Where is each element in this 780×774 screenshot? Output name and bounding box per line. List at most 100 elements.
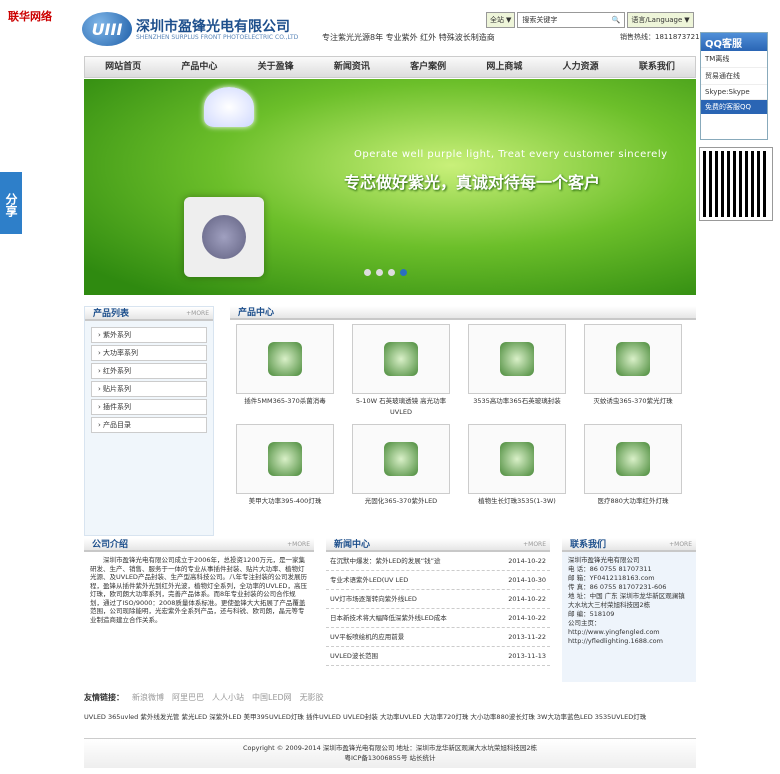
- product-category-label: 插件系列: [103, 403, 132, 411]
- nav-item-about[interactable]: 关于盈锋: [238, 57, 314, 77]
- site-badge[interactable]: 联华网络: [8, 8, 52, 24]
- product-image[interactable]: [468, 424, 566, 494]
- friend-link[interactable]: 阿里巴巴: [172, 692, 204, 703]
- qq-item-tm[interactable]: TM离线: [701, 51, 767, 68]
- company-logo[interactable]: UIII: [82, 12, 132, 46]
- contact-address: 地 址：中国 广东 深圳市龙华新区观澜镇大水坑大三村荣旭科技园2栋: [568, 592, 685, 609]
- friend-link[interactable]: 无影胶: [300, 692, 324, 703]
- carousel-dot[interactable]: [376, 269, 383, 276]
- carousel-dot[interactable]: [388, 269, 395, 276]
- keyword-links[interactable]: UVLED 365uvled 紫外线发光管 紫光LED 深紫外LED 美甲395…: [84, 711, 696, 721]
- product-list-title: 产品列表: [93, 309, 130, 319]
- more-link[interactable]: +MORE: [669, 538, 692, 552]
- more-link[interactable]: +MORE: [523, 538, 546, 552]
- friend-links-label: 友情链接：: [84, 693, 124, 702]
- about-title: 公司介绍: [92, 540, 129, 550]
- product-card[interactable]: 医疗880大功率红外灯珠: [584, 424, 682, 524]
- qq-item-trade[interactable]: 贸易通在线: [701, 68, 767, 85]
- nav-item-shop[interactable]: 网上商城: [466, 57, 542, 77]
- news-headline[interactable]: 在沉默中爆发：紫外LED的发展“钱”途: [330, 552, 440, 570]
- product-image[interactable]: [584, 324, 682, 394]
- contact-company: 深圳市盈锋光电有限公司: [568, 556, 640, 564]
- product-image[interactable]: [352, 424, 450, 494]
- about-header: 公司介绍 +MORE: [84, 538, 314, 552]
- share-button[interactable]: 分享: [0, 172, 22, 234]
- news-row[interactable]: UV平板喷绘机的应用前景 2013-11-22: [326, 628, 550, 647]
- product-caption[interactable]: 医疗880大功率红外灯珠: [584, 494, 682, 507]
- nav-item-products[interactable]: 产品中心: [161, 57, 237, 77]
- product-caption[interactable]: 插件5MM365-370杀菌消毒: [236, 394, 334, 407]
- carousel-dot[interactable]: [364, 269, 371, 276]
- about-section: 公司介绍 +MORE 深圳市盈锋光电有限公司成立于2006年，总投资1200万元，…: [84, 538, 314, 628]
- product-image[interactable]: [468, 324, 566, 394]
- search-scope-label: 全站: [490, 16, 504, 24]
- hero-banner[interactable]: Operate well purple light, Treat every c…: [84, 79, 696, 295]
- news-headline[interactable]: 专业术语紫外LED(UV LED: [330, 571, 408, 589]
- product-category-item[interactable]: › 紫外系列: [91, 327, 207, 343]
- news-headline[interactable]: UV平板喷绘机的应用前景: [330, 628, 404, 646]
- product-card[interactable]: 插件5MM365-370杀菌消毒: [236, 324, 334, 424]
- news-row[interactable]: UV灯市场逐渐转向紫外线LED 2014-10-22: [326, 590, 550, 609]
- product-image[interactable]: [236, 424, 334, 494]
- product-image[interactable]: [352, 324, 450, 394]
- product-caption[interactable]: 灭蚊诱虫365-370紫光灯珠: [584, 394, 682, 407]
- news-title: 新闻中心: [334, 540, 371, 550]
- product-card[interactable]: 植物生长灯珠3535(1-3W): [468, 424, 566, 524]
- nav-item-cases[interactable]: 客户案例: [390, 57, 466, 77]
- more-link[interactable]: +MORE: [287, 538, 310, 552]
- product-category-item[interactable]: › 插件系列: [91, 399, 207, 415]
- nav-item-home[interactable]: 网站首页: [85, 57, 161, 77]
- news-date: 2014-10-30: [508, 576, 546, 584]
- news-row[interactable]: 日本新技术将大幅降低深紫外线LED成本 2014-10-22: [326, 609, 550, 628]
- product-card[interactable]: 美甲大功率395-400灯珠: [236, 424, 334, 524]
- slogan: 专注紫光光源8年 专业紫外 红外 特殊波长制造商: [322, 33, 495, 42]
- product-category-item[interactable]: › 产品目录: [91, 417, 207, 433]
- product-card[interactable]: 光固化365-370紫外LED: [352, 424, 450, 524]
- product-image[interactable]: [236, 324, 334, 394]
- search-scope-select[interactable]: 全站 ▼: [486, 12, 516, 28]
- product-caption[interactable]: 5-10W 石英玻璃透镜 高光功率UVLED: [352, 394, 450, 418]
- friend-link[interactable]: 人人小站: [212, 692, 244, 703]
- carousel-dot-active[interactable]: [400, 269, 407, 276]
- contact-1688-link[interactable]: http://yfledlighting.1688.com: [568, 637, 690, 646]
- more-link[interactable]: +MORE: [186, 307, 209, 321]
- search-icon[interactable]: 🔍: [612, 16, 621, 24]
- product-category-item[interactable]: › 红外系列: [91, 363, 207, 379]
- main-nav: 网站首页 产品中心 关于盈锋 新闻资讯 客户案例 网上商城 人力资源 联系我们: [84, 56, 696, 78]
- nav-item-contact[interactable]: 联系我们: [619, 57, 695, 77]
- news-date: 2014-10-22: [508, 557, 546, 565]
- product-caption[interactable]: 植物生长灯珠3535(1-3W): [468, 494, 566, 507]
- product-caption[interactable]: 美甲大功率395-400灯珠: [236, 494, 334, 507]
- news-row[interactable]: 专业术语紫外LED(UV LED 2014-10-30: [326, 571, 550, 590]
- product-card[interactable]: 5-10W 石英玻璃透镜 高光功率UVLED: [352, 324, 450, 424]
- search-placeholder: 搜索关键字: [522, 16, 558, 24]
- hotline: 销售热线：18118737216: [620, 33, 704, 41]
- nav-item-news[interactable]: 新闻资讯: [314, 57, 390, 77]
- friend-links: 友情链接： 新浪微博 阿里巴巴 人人小站 中国LED网 无影胶: [84, 692, 324, 703]
- contact-email: 邮 箱：YF0412118163.com: [568, 574, 655, 582]
- qq-free-service[interactable]: 免费的客服QQ: [701, 100, 767, 114]
- friend-link[interactable]: 新浪微博: [132, 692, 164, 703]
- product-card[interactable]: 3535高功率365石英玻璃封装: [468, 324, 566, 424]
- product-category-item[interactable]: › 大功率系列: [91, 345, 207, 361]
- product-caption[interactable]: 3535高功率365石英玻璃封装: [468, 394, 566, 407]
- news-headline[interactable]: 日本新技术将大幅降低深紫外线LED成本: [330, 609, 447, 627]
- news-headline[interactable]: UV灯市场逐渐转向紫外线LED: [330, 590, 417, 608]
- product-caption[interactable]: 光固化365-370紫外LED: [352, 494, 450, 507]
- chevron-down-icon: ▼: [506, 16, 512, 24]
- product-category-item[interactable]: › 贴片系列: [91, 381, 207, 397]
- qq-item-skype[interactable]: Skype:Skype: [701, 85, 767, 100]
- news-row[interactable]: 在沉默中爆发：紫外LED的发展“钱”途 2014-10-22: [326, 552, 550, 571]
- language-select[interactable]: 语言/Language ▼: [627, 12, 694, 28]
- search-input[interactable]: 搜索关键字 🔍: [517, 12, 626, 28]
- news-headline[interactable]: UVLED波长范围: [330, 647, 378, 665]
- friend-link[interactable]: 中国LED网: [252, 692, 292, 703]
- contact-homepage-link[interactable]: http://www.yingfengled.com: [568, 628, 690, 637]
- led-bulb-image: [204, 87, 254, 127]
- product-card[interactable]: 灭蚊诱虫365-370紫光灯珠: [584, 324, 682, 424]
- news-section: 新闻中心 +MORE 在沉默中爆发：紫外LED的发展“钱”途 2014-10-22 …: [326, 538, 550, 666]
- footer-icp[interactable]: 粤ICP备13006855号 站长统计: [84, 753, 696, 763]
- news-row[interactable]: UVLED波长范围 2013-11-13: [326, 647, 550, 666]
- nav-item-hr[interactable]: 人力资源: [543, 57, 619, 77]
- product-image[interactable]: [584, 424, 682, 494]
